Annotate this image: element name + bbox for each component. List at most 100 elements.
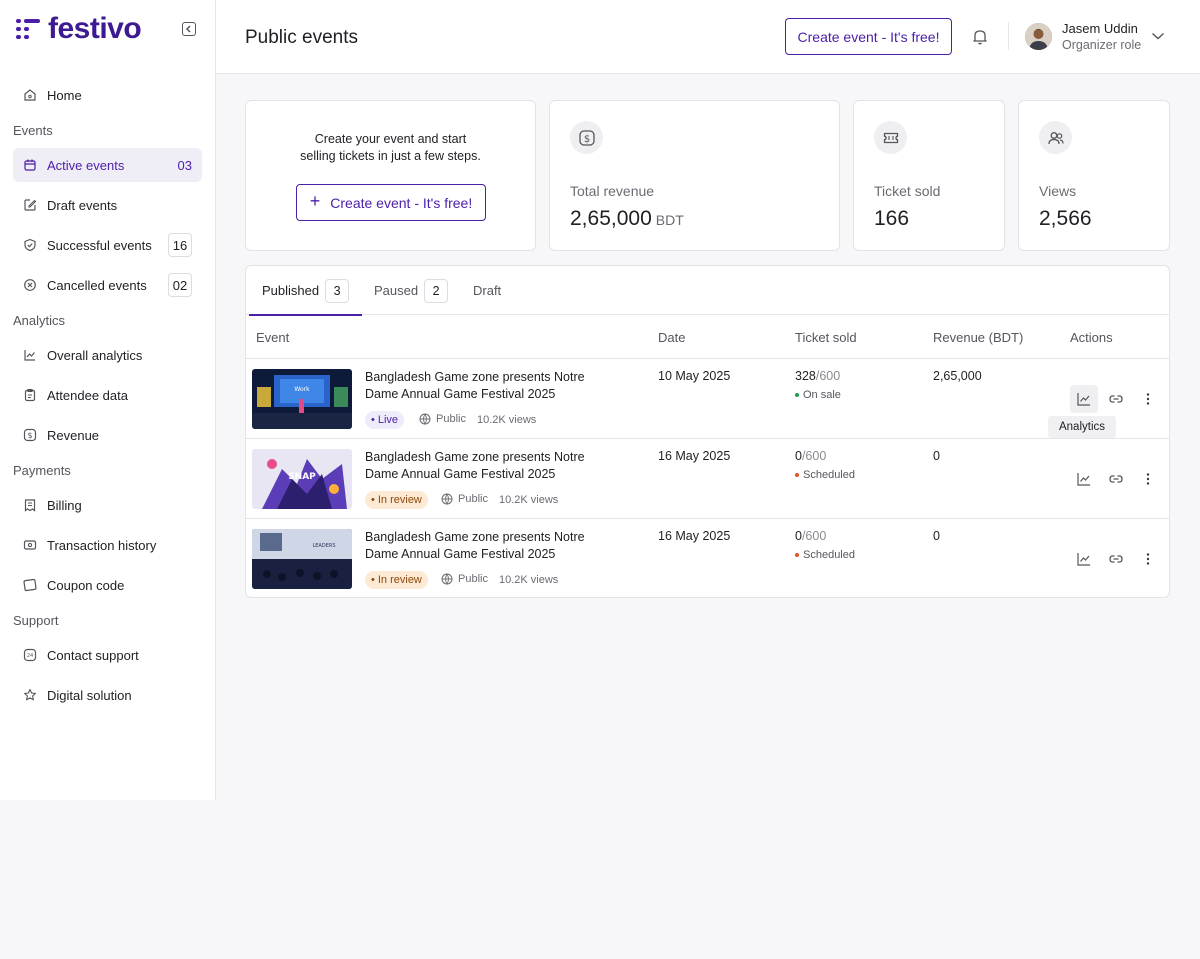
event-title[interactable]: Bangladesh Game zone presents Notre Dame… bbox=[365, 369, 605, 403]
sale-status: Scheduled bbox=[795, 469, 855, 481]
event-thumbnail[interactable]: SNAP bbox=[252, 449, 352, 509]
copy-link-button[interactable] bbox=[1102, 465, 1130, 493]
line-chart-icon bbox=[1077, 553, 1090, 566]
event-game-art-image: SNAP bbox=[252, 449, 352, 509]
festivo-logo[interactable]: festivo bbox=[16, 12, 142, 45]
table-row[interactable]: SNAP Bangladesh Game zone presents Notre… bbox=[246, 439, 1169, 519]
event-title[interactable]: Bangladesh Game zone presents Notre Dame… bbox=[365, 449, 605, 483]
more-options-button[interactable] bbox=[1134, 385, 1162, 413]
sidebar-item-coupon-code[interactable]: Coupon code bbox=[13, 568, 202, 602]
analytics-tooltip: Analytics bbox=[1048, 416, 1116, 438]
sidebar-item-label: Coupon code bbox=[47, 577, 125, 593]
create-event-card-button[interactable]: + Create event - It's free! bbox=[296, 184, 486, 221]
sidebar-item-draft-events[interactable]: Draft events bbox=[13, 188, 202, 222]
visibility-text: Public bbox=[458, 493, 488, 505]
total-revenue-label: Total revenue bbox=[570, 183, 655, 199]
analytics-button[interactable] bbox=[1070, 545, 1098, 573]
status-dot bbox=[795, 553, 799, 557]
sidebar-item-attendee-data[interactable]: Attendee data bbox=[13, 378, 202, 412]
shield-check-icon bbox=[23, 238, 37, 252]
receipt-icon bbox=[23, 498, 37, 512]
event-revenue: 2,65,000 bbox=[933, 369, 982, 383]
table-row[interactable]: Work Bangladesh Game zone presents Notre… bbox=[246, 359, 1169, 439]
sidebar-item-cancelled-events[interactable]: Cancelled events 02 bbox=[13, 268, 202, 302]
active-events-count: 03 bbox=[177, 157, 192, 173]
dollar-icon: $ bbox=[570, 121, 603, 154]
event-status-tabs: Published 3 Paused 2 Draft bbox=[246, 266, 1169, 316]
sidebar-item-label: Contact support bbox=[47, 647, 139, 663]
cancelled-events-count: 02 bbox=[168, 273, 192, 297]
calendar-icon bbox=[23, 158, 37, 172]
tab-published[interactable]: Published 3 bbox=[248, 266, 363, 316]
event-thumbnail[interactable]: Work bbox=[252, 369, 352, 429]
sold-count: 328 bbox=[795, 369, 816, 383]
sidebar-item-label: Draft events bbox=[47, 197, 118, 213]
section-analytics: Analytics bbox=[13, 313, 66, 328]
home-icon bbox=[23, 88, 37, 102]
event-title[interactable]: Bangladesh Game zone presents Notre Dame… bbox=[365, 529, 605, 563]
sold-total: /600 bbox=[801, 529, 827, 543]
tab-draft[interactable]: Draft bbox=[473, 266, 501, 315]
clipboard-icon bbox=[23, 388, 37, 402]
sidebar-item-digital-solution[interactable]: Digital solution bbox=[13, 678, 202, 712]
section-events: Events bbox=[13, 123, 53, 138]
event-thumbnail[interactable]: LEADERS bbox=[252, 529, 352, 589]
sidebar-item-label: Revenue bbox=[47, 427, 100, 443]
more-options-button[interactable] bbox=[1134, 545, 1162, 573]
svg-text:Work: Work bbox=[294, 386, 310, 393]
status-badge: • Live bbox=[365, 411, 405, 429]
avatar[interactable] bbox=[1025, 23, 1052, 50]
sidebar-item-successful-events[interactable]: Successful events 16 bbox=[13, 228, 202, 262]
sidebar-item-revenue[interactable]: $ Revenue bbox=[13, 418, 202, 452]
globe-icon bbox=[441, 493, 453, 505]
sidebar-item-label: Overall analytics bbox=[47, 347, 143, 363]
more-options-button[interactable] bbox=[1134, 465, 1162, 493]
sidebar-item-label: Active events bbox=[47, 157, 125, 173]
sidebar-item-active-events[interactable]: Active events 03 bbox=[13, 148, 202, 182]
events-table-panel: Published 3 Paused 2 Draft Event Date Ti… bbox=[245, 265, 1170, 598]
link-icon bbox=[1109, 475, 1123, 483]
event-conference-image: LEADERS bbox=[252, 529, 352, 589]
sale-status-text: Scheduled bbox=[803, 469, 855, 481]
plus-icon: + bbox=[309, 191, 321, 211]
notification-bell-icon[interactable] bbox=[972, 28, 988, 45]
sidebar-item-overall-analytics[interactable]: Overall analytics bbox=[13, 338, 202, 372]
support-24-icon: 24 bbox=[23, 648, 37, 662]
table-row[interactable]: LEADERS Bangladesh Game zone presents No… bbox=[246, 519, 1169, 597]
ticket-sold-cell: 0/600 bbox=[795, 529, 826, 543]
user-name[interactable]: Jasem Uddin bbox=[1062, 21, 1138, 36]
sidebar-item-home[interactable]: Home bbox=[13, 78, 202, 112]
sidebar-item-transaction-history[interactable]: Transaction history bbox=[13, 528, 202, 562]
analytics-button[interactable] bbox=[1070, 385, 1098, 413]
event-date: 16 May 2025 bbox=[658, 449, 731, 463]
sale-status: On sale bbox=[795, 389, 841, 401]
ticket-sold-value: 166 bbox=[874, 207, 910, 230]
section-support: Support bbox=[13, 613, 59, 628]
sold-total: /600 bbox=[801, 449, 827, 463]
ticket-icon bbox=[874, 121, 907, 154]
tab-paused[interactable]: Paused 2 bbox=[374, 266, 449, 315]
more-vertical-icon bbox=[1146, 473, 1150, 485]
star-icon bbox=[23, 688, 37, 702]
analytics-button[interactable] bbox=[1070, 465, 1098, 493]
create-event-button[interactable]: Create event - It's free! bbox=[785, 18, 952, 55]
promo-text: Create your event and start selling tick… bbox=[246, 131, 535, 165]
create-event-card-label: Create event - It's free! bbox=[330, 194, 473, 211]
ticket-sold-card: Ticket sold 166 bbox=[853, 100, 1005, 251]
sidebar: festivo Home Events Active events 03 Dra… bbox=[0, 0, 216, 800]
copy-link-button[interactable] bbox=[1102, 385, 1130, 413]
status-dot bbox=[795, 393, 799, 397]
chevron-down-icon[interactable] bbox=[1151, 31, 1165, 41]
sidebar-item-label: Digital solution bbox=[47, 687, 132, 703]
svg-text:24: 24 bbox=[27, 653, 33, 659]
status-badge-text: Live bbox=[377, 414, 399, 426]
visibility-text: Public bbox=[436, 413, 466, 425]
event-revenue: 0 bbox=[933, 529, 940, 543]
svg-text:SNAP: SNAP bbox=[288, 472, 316, 482]
sidebar-item-label: Successful events bbox=[47, 237, 152, 253]
sidebar-item-contact-support[interactable]: 24 Contact support bbox=[13, 638, 202, 672]
collapse-sidebar-button[interactable] bbox=[182, 22, 196, 36]
sidebar-item-billing[interactable]: Billing bbox=[13, 488, 202, 522]
successful-events-count: 16 bbox=[168, 233, 192, 257]
copy-link-button[interactable] bbox=[1102, 545, 1130, 573]
